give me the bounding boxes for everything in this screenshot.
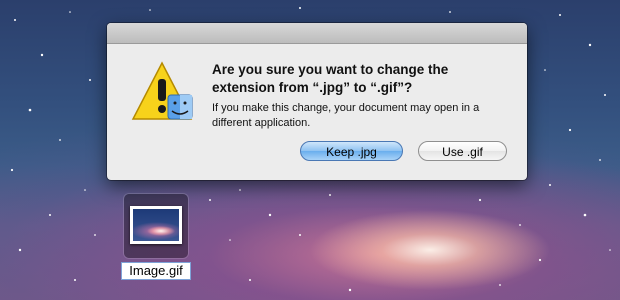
dialog-message-title: Are you sure you want to change the exte… [212,62,449,95]
image-thumbnail [130,206,182,244]
alert-dialog: Are you sure you want to change the exte… [107,23,527,180]
file-name-field[interactable]: Image.gif [121,262,191,280]
dialog-message-body: If you make this change, your document m… [212,102,480,129]
image-file-icon[interactable] [124,194,188,258]
dialog-title-bar [107,23,527,44]
use-gif-button[interactable]: Use .gif [418,141,507,161]
warning-finder-icon [131,61,193,123]
galaxy-thumbnail-image [133,209,179,241]
keep-jpg-button[interactable]: Keep .jpg [300,141,403,161]
